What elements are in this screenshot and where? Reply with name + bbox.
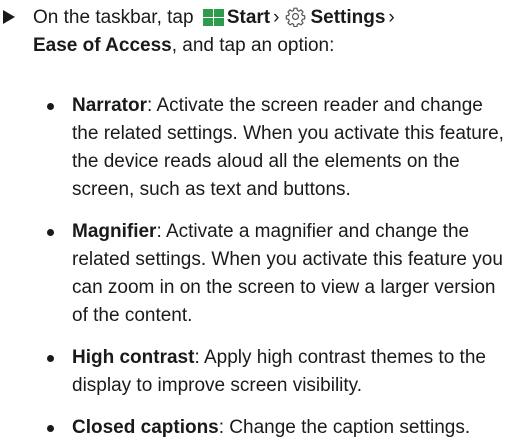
windows-start-icon <box>202 9 224 26</box>
option-term: Closed captions <box>72 417 219 438</box>
options-list: Narrator: Activate the screen reader and… <box>0 92 528 442</box>
path-separator: › <box>273 7 280 28</box>
ease-of-access-label: Ease of Access <box>33 35 172 56</box>
option-term: Magnifier <box>72 221 157 242</box>
instruction-prefix: On the taskbar, tap <box>33 7 194 28</box>
step-arrow-icon <box>3 10 15 24</box>
option-term: Narrator <box>72 95 147 116</box>
option-description: : Change the caption settings. <box>218 417 471 438</box>
gear-icon <box>286 7 306 27</box>
document-page: On the taskbar, tap Start › Settings › Ease … <box>0 0 528 440</box>
settings-label: Settings <box>310 7 386 28</box>
start-label: Start <box>226 7 271 28</box>
instruction-text: On the taskbar, tap Start › Settings › Ease … <box>33 4 513 60</box>
list-item-magnifier: Magnifier: Activate a magnifier and chan… <box>0 218 528 330</box>
list-item-narrator: Narrator: Activate the screen reader and… <box>0 92 528 204</box>
bullet-dot <box>47 355 54 362</box>
option-term: High contrast <box>72 347 195 368</box>
list-item-high-contrast: High contrast: Apply high contrast theme… <box>0 344 528 400</box>
bullet-dot <box>47 425 54 432</box>
list-item-closed-captions: Closed captions: Change the caption sett… <box>0 414 528 442</box>
path-separator: › <box>388 7 395 28</box>
bullet-dot <box>47 229 54 236</box>
instruction-suffix: , and tap an option: <box>171 35 335 56</box>
bullet-dot <box>47 103 54 110</box>
